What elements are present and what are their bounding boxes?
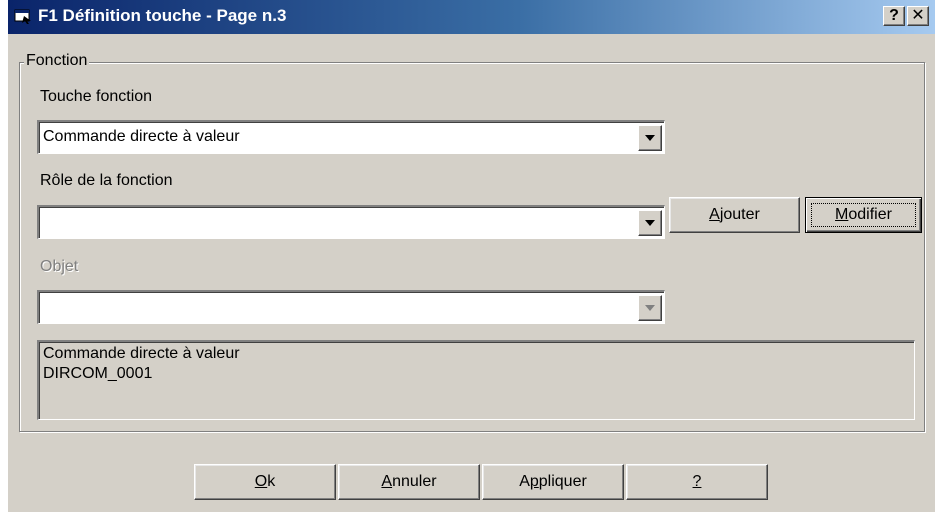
appliquer-prefix: A	[519, 473, 530, 490]
title-bar[interactable]: F1 Définition touche - Page n.3 ? ✕	[8, 0, 935, 34]
chevron-down-icon	[638, 295, 662, 321]
modifier-button[interactable]: Modifier	[805, 197, 922, 233]
annuler-mnemonic: A	[381, 473, 393, 490]
ajouter-mnemonic: A	[709, 206, 720, 223]
touche-fonction-value: Commande directe à valeur	[43, 128, 240, 145]
chevron-down-icon[interactable]	[638, 125, 662, 151]
objet-label: Objet	[40, 258, 79, 275]
touche-fonction-label: Touche fonction	[40, 88, 153, 105]
app-window-icon	[14, 8, 32, 24]
description-line-1: Commande directe à valeur	[43, 345, 240, 362]
question-icon: ?	[889, 7, 899, 24]
close-icon: ✕	[911, 7, 925, 24]
help-title-button[interactable]: ?	[883, 6, 905, 26]
role-fonction-label: Rôle de la fonction	[40, 172, 173, 189]
role-fonction-combo[interactable]	[37, 205, 665, 239]
close-title-button[interactable]: ✕	[907, 6, 929, 26]
ok-label: k	[267, 473, 276, 490]
annuler-button[interactable]: Annuler	[338, 464, 480, 500]
chevron-down-icon[interactable]	[638, 210, 662, 236]
ajouter-button[interactable]: Ajouter	[669, 197, 800, 233]
modifier-mnemonic: M	[835, 206, 849, 223]
ok-mnemonic: O	[254, 473, 268, 490]
description-box: Commande directe à valeur DIRCOM_0001	[37, 340, 915, 420]
objet-combo	[37, 290, 665, 324]
appliquer-label: pliquer	[538, 473, 587, 490]
aide-button[interactable]: ?	[626, 464, 768, 500]
groupbox-legend: Fonction	[24, 50, 90, 72]
annuler-label: nnuler	[392, 473, 437, 490]
ajouter-label: jouter	[719, 206, 760, 223]
description-line-2: DIRCOM_0001	[43, 365, 153, 382]
dialog-window: F1 Définition touche - Page n.3 ? ✕ Fonc…	[8, 0, 935, 512]
window-title: F1 Définition touche - Page n.3	[38, 6, 287, 25]
ok-button[interactable]: Ok	[194, 464, 336, 500]
touche-fonction-combo[interactable]: Commande directe à valeur	[37, 120, 665, 154]
appliquer-mnemonic: p	[529, 473, 539, 490]
appliquer-button[interactable]: Appliquer	[482, 464, 624, 500]
modifier-label: odifier	[848, 206, 892, 223]
aide-mnemonic: ?	[692, 473, 702, 490]
